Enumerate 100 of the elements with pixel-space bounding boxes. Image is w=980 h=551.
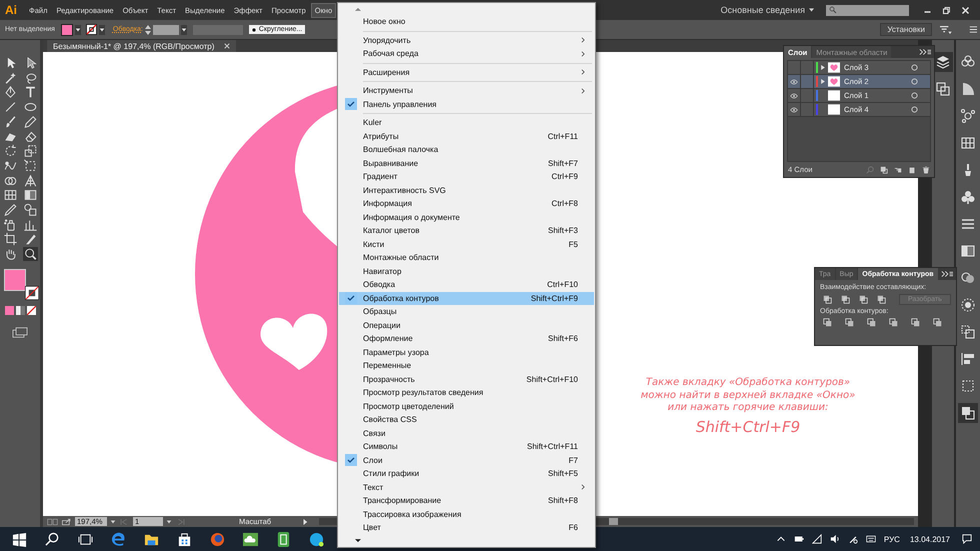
target-circle-icon[interactable] [911,106,918,113]
clipping-mask-icon[interactable] [880,166,888,174]
menu-item[interactable]: Новое окно [339,15,594,28]
keyboard-icon[interactable] [866,534,876,544]
eye-icon[interactable] [790,92,798,98]
menu-item[interactable]: Градиент Ctrl+F9 [339,170,594,184]
artboard-icon[interactable] [2,232,18,246]
menu-item[interactable]: Прозрачность Shift+Ctrl+F10 [339,372,594,386]
overlap-squares-icon[interactable] [867,318,876,327]
close-icon[interactable] [961,6,970,14]
color-mode-icon[interactable] [4,306,14,315]
browser-icon[interactable] [111,532,126,546]
menu-item[interactable]: Интерактивность SVG [339,184,594,197]
caret-icon[interactable] [74,24,81,34]
chat-bubble-icon[interactable] [309,532,324,546]
mesh-icon[interactable] [2,188,18,202]
layers-icon[interactable] [933,52,953,72]
new-layer-icon[interactable] [908,166,916,174]
panel-menu-icon[interactable] [941,270,953,278]
overlap-squares-icon[interactable] [889,318,898,327]
menu-item[interactable]: Переменные [339,359,594,372]
menu-item[interactable]: Трансформирование Shift+F8 [339,494,594,508]
menu-item[interactable]: Образцы [339,305,594,318]
menu-item[interactable]: Информация Ctrl+F8 [339,197,594,210]
stroke-none-swatch[interactable] [25,286,39,300]
stroke-weight-field[interactable] [152,24,179,34]
menu-item[interactable]: Рабочая среда [339,47,594,60]
overlap-squares-icon[interactable] [911,318,920,327]
menu-item[interactable]: Обработка контуров Shift+Ctrl+F9 [339,292,594,305]
workspace-dropdown[interactable]: Основные сведения [720,5,814,15]
menu-item[interactable]: Выравнивание Shift+F7 [339,156,594,170]
search-icon[interactable] [45,532,60,546]
export-icon[interactable] [61,518,72,526]
triangle-icon[interactable] [302,518,308,526]
menu-item[interactable]: Трассировка изображения [339,508,594,521]
caret-icon[interactable] [98,24,105,34]
spray-can-icon[interactable] [2,218,18,232]
arrange-icon[interactable] [938,24,952,34]
preferences-button[interactable]: Установки [880,23,932,36]
close-icon[interactable] [224,43,230,49]
battery-icon[interactable] [794,534,804,544]
chevron-up-icon[interactable] [776,534,786,544]
scrollbar-thumb[interactable] [609,518,618,525]
caret-icon[interactable] [180,24,187,34]
magic-wand-icon[interactable] [2,70,18,85]
speaker-icon[interactable] [830,534,840,544]
new-sublayer-icon[interactable] [894,166,902,174]
overlap-squares-icon[interactable] [933,318,942,327]
language-indicator[interactable]: РУС [884,534,900,544]
menu-item[interactable]: Символы Shift+Ctrl+F11 [339,440,594,454]
caret-icon[interactable] [110,518,116,526]
screen-mode-icon[interactable] [12,326,28,338]
shopping-bag-icon[interactable] [177,532,192,546]
search-icon[interactable] [22,246,38,261]
pencil-icon[interactable] [22,114,38,129]
menu-item[interactable]: Обводка Ctrl+F10 [339,278,594,292]
stroke-none-swatch[interactable] [86,24,97,35]
wifi-icon[interactable] [812,534,822,544]
perspective-grid-icon[interactable] [22,174,38,188]
target-circle-icon[interactable] [911,64,918,71]
menu-item[interactable]: Инструменты [339,84,594,98]
date-text[interactable]: 13.04.2017 [910,534,950,544]
target-circle-icon[interactable] [911,78,918,85]
gradient-mode-icon[interactable] [16,306,24,315]
menu-item[interactable]: Kuler [339,116,594,130]
document-tab[interactable]: Безымянный-1* @ 197,4% (RGB/Просмотр) [47,40,236,52]
bar-graph-icon[interactable] [22,218,38,232]
scale-icon[interactable] [22,144,38,158]
menu-item[interactable]: Слои F7 [339,454,594,467]
eye-icon[interactable] [790,78,798,84]
notification-icon[interactable] [962,534,972,544]
overlap-squares-icon[interactable] [845,318,854,327]
scroll-up-icon[interactable] [355,7,361,11]
menu-item[interactable]: Операции [339,318,594,332]
menu-item[interactable]: Расширения [339,66,594,79]
cloud-icon[interactable] [243,532,258,546]
task-view-icon[interactable] [78,532,93,546]
eyedropper-icon[interactable] [2,202,18,217]
transform-icon[interactable] [22,158,38,173]
panel-menu-icon[interactable] [968,25,977,34]
pen-nib-icon[interactable] [2,85,18,100]
search-field[interactable] [826,4,909,16]
target-circle-icon[interactable] [911,92,918,99]
panel-menu-icon[interactable] [919,48,931,56]
restore-icon[interactable] [942,6,951,14]
eye-icon[interactable] [790,106,798,112]
menu-item[interactable]: Навигатор [339,264,594,278]
menu-item[interactable]: Параметры узора [339,346,594,359]
trash-icon[interactable] [922,166,930,174]
caret-icon[interactable] [166,518,172,526]
artboard-nav-icon[interactable] [47,518,58,526]
rotate-icon[interactable] [2,144,18,158]
menu-item[interactable]: Связи [339,426,594,440]
menu-item[interactable]: Цвет F6 [339,521,594,534]
menu-item[interactable]: Текст [339,480,594,494]
menu-item[interactable]: Панель управления [339,98,594,111]
network-icon[interactable] [958,106,978,126]
menu-item[interactable]: Каталог цветов Shift+F3 [339,224,594,238]
overlap-squares-icon[interactable] [958,403,978,423]
menu-item[interactable]: Стили графики Shift+F5 [339,467,594,480]
